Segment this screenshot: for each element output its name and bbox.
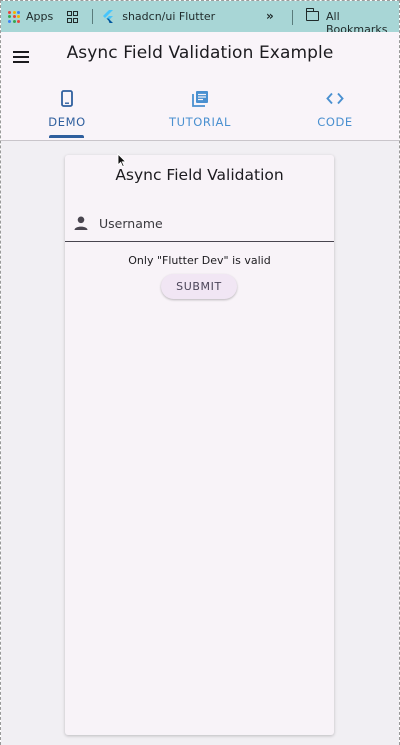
username-label: Username <box>99 216 163 231</box>
tab-tutorial-label: TUTORIAL <box>169 115 231 129</box>
app-bar: Async Field Validation Example DEMO TUTO… <box>1 32 399 141</box>
bookmark-shadcn-flutter[interactable]: shadcn/ui Flutter <box>93 10 215 23</box>
person-icon <box>74 216 88 230</box>
phone-icon <box>61 90 73 107</box>
mouse-cursor-icon <box>117 153 127 168</box>
tab-tutorial[interactable]: TUTORIAL <box>166 90 234 129</box>
apps-grid-icon <box>8 10 20 23</box>
page-title: Async Field Validation Example <box>66 43 334 63</box>
tab-demo[interactable]: DEMO <box>48 90 86 129</box>
article-icon <box>191 91 208 107</box>
submit-button[interactable]: SUBMIT <box>161 274 237 299</box>
tab-groups-icon[interactable] <box>67 11 79 23</box>
overflow-chevron-icon[interactable]: » <box>266 9 274 23</box>
bookmark-label: shadcn/ui Flutter <box>122 10 216 23</box>
folder-icon <box>305 8 319 21</box>
code-icon <box>326 92 344 105</box>
apps-label: Apps <box>26 10 54 23</box>
apps-bookmark[interactable]: Apps <box>8 10 53 23</box>
tab-demo-label: DEMO <box>48 115 86 129</box>
card-title: Async Field Validation <box>115 166 284 184</box>
tab-code-label: CODE <box>317 115 353 129</box>
helper-text: Only "Flutter Dev" is valid <box>128 254 271 267</box>
validation-card: Async Field Validation Username Only "Fl… <box>65 155 334 735</box>
flutter-logo-icon <box>103 10 114 23</box>
bookmarks-bar: Apps shadcn/ui Flutter » All Bookmarks <box>1 1 399 36</box>
tab-code[interactable]: CODE <box>314 90 356 129</box>
bookmark-separator <box>292 10 293 25</box>
active-tab-indicator <box>49 135 84 138</box>
username-field[interactable]: Username <box>65 207 334 242</box>
